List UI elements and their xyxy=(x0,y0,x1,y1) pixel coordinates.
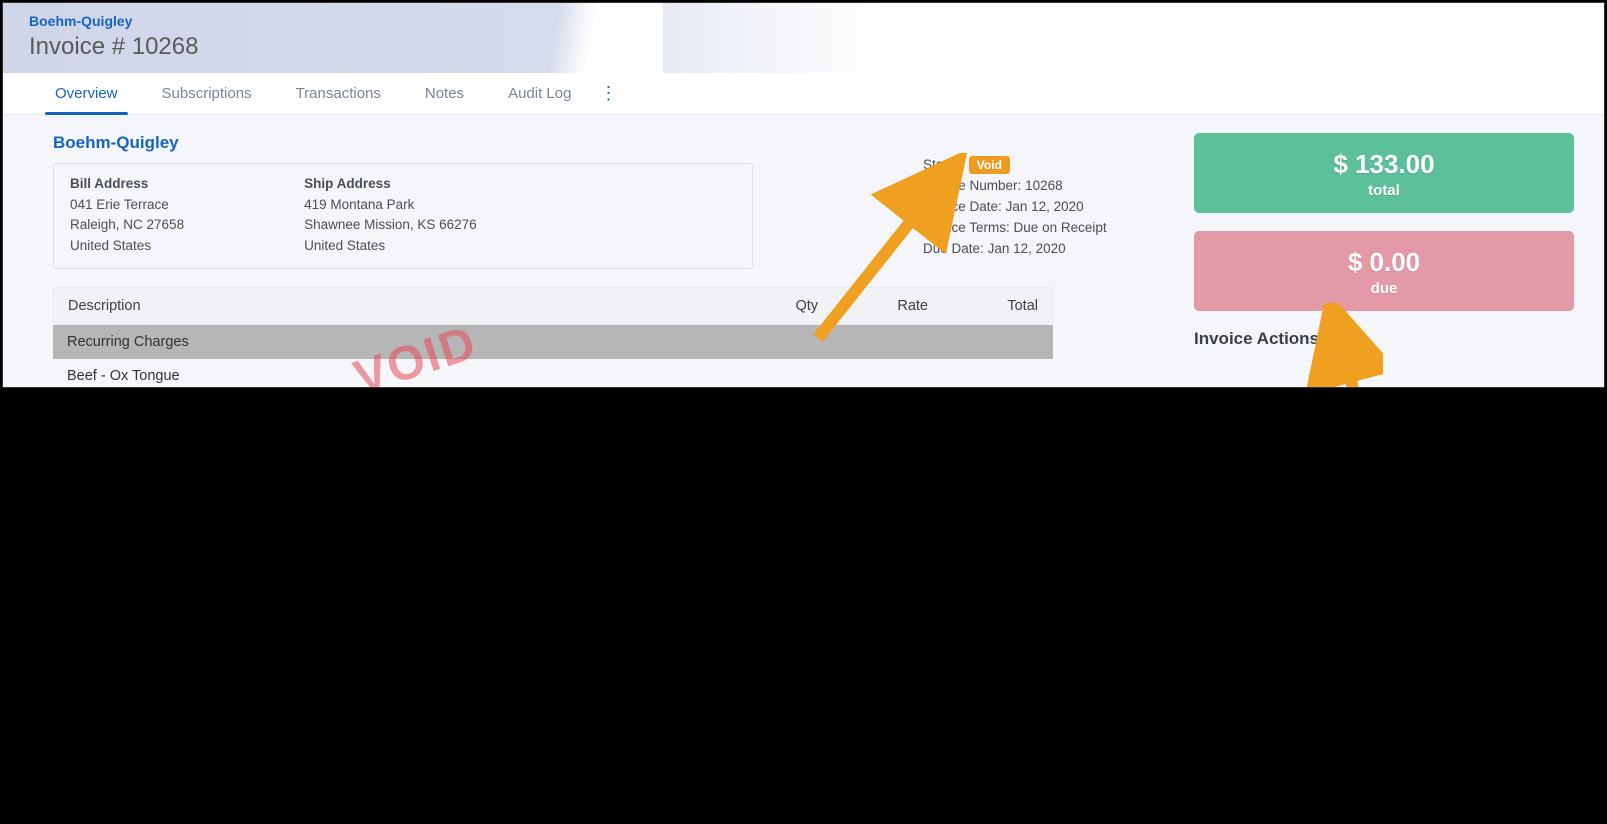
bill-address-line1: 041 Erie Terrace xyxy=(70,195,184,215)
th-total: Total xyxy=(928,298,1038,314)
item-row: Beef - Ox Tongue xyxy=(53,359,1053,388)
total-label: total xyxy=(1204,182,1564,199)
more-menu-icon[interactable]: ⋮ xyxy=(593,83,623,104)
status-badge: Void xyxy=(969,156,1010,174)
meta-status-row: Status: Void xyxy=(923,155,1107,176)
th-rate: Rate xyxy=(818,298,928,314)
page-header: Boehm-Quigley Invoice # 10268 xyxy=(3,3,1604,73)
tab-audit-log[interactable]: Audit Log xyxy=(486,73,593,115)
ship-address-line3: United States xyxy=(304,236,477,256)
bill-address-line3: United States xyxy=(70,236,184,256)
tab-overview[interactable]: Overview xyxy=(33,73,140,115)
meta-invoice-number-row: Invoice Number: 10268 xyxy=(923,176,1107,197)
due-label: due xyxy=(1204,280,1564,297)
bill-address-label: Bill Address xyxy=(70,176,184,191)
meta-invoice-number-value: 10268 xyxy=(1025,178,1063,193)
ship-address-line2: Shawnee Mission, KS 66276 xyxy=(304,215,477,235)
meta-invoice-date-value: Jan 12, 2020 xyxy=(1006,199,1084,214)
app-frame: Boehm-Quigley Invoice # 10268 Overview S… xyxy=(2,2,1605,388)
total-card: $ 133.00 total xyxy=(1194,133,1574,213)
tab-subscriptions[interactable]: Subscriptions xyxy=(140,73,274,115)
meta-invoice-date-row: Invoice Date: Jan 12, 2020 xyxy=(923,197,1107,218)
content-row: Boehm-Quigley Bill Address 041 Erie Terr… xyxy=(3,115,1604,388)
meta-terms-value: Due on Receipt xyxy=(1014,220,1107,235)
tab-notes[interactable]: Notes xyxy=(403,73,486,115)
meta-terms-label: Invoice Terms: xyxy=(923,220,1010,235)
side-column: $ 133.00 total $ 0.00 due Invoice Action… xyxy=(1194,133,1574,388)
due-card: $ 0.00 due xyxy=(1194,231,1574,311)
meta-invoice-date-label: Invoice Date: xyxy=(923,199,1002,214)
th-description: Description xyxy=(68,298,738,314)
address-box: Bill Address 041 Erie Terrace Raleigh, N… xyxy=(53,163,753,269)
tabs-bar: Overview Subscriptions Transactions Note… xyxy=(3,73,1604,115)
meta-invoice-number-label: Invoice Number: xyxy=(923,178,1021,193)
ship-address: Ship Address 419 Montana Park Shawnee Mi… xyxy=(304,176,477,256)
page-title: Invoice # 10268 xyxy=(29,33,1578,61)
total-amount: $ 133.00 xyxy=(1204,149,1564,180)
meta-terms-row: Invoice Terms: Due on Receipt xyxy=(923,218,1107,239)
ship-address-line1: 419 Montana Park xyxy=(304,195,477,215)
meta-due-date-value: Jan 12, 2020 xyxy=(988,241,1066,256)
line-items-table: Description Qty Rate Total Recurring Cha… xyxy=(53,287,1053,388)
section-recurring-charges: Recurring Charges xyxy=(53,325,1053,359)
due-amount: $ 0.00 xyxy=(1204,247,1564,278)
invoice-actions-title: Invoice Actions xyxy=(1194,329,1574,349)
customer-name-link[interactable]: Boehm-Quigley xyxy=(53,133,1154,153)
customer-breadcrumb-link[interactable]: Boehm-Quigley xyxy=(29,13,1578,29)
table-header: Description Qty Rate Total xyxy=(53,287,1053,325)
tab-transactions[interactable]: Transactions xyxy=(274,73,403,115)
ship-address-label: Ship Address xyxy=(304,176,477,191)
bill-address-line2: Raleigh, NC 27658 xyxy=(70,215,184,235)
meta-due-date-label: Due Date: xyxy=(923,241,984,256)
meta-due-date-row: Due Date: Jan 12, 2020 xyxy=(923,239,1107,260)
th-qty: Qty xyxy=(738,298,818,314)
invoice-meta: Status: Void Invoice Number: 10268 Invoi… xyxy=(923,155,1107,260)
meta-status-label: Status: xyxy=(923,157,965,172)
bill-address: Bill Address 041 Erie Terrace Raleigh, N… xyxy=(70,176,184,256)
